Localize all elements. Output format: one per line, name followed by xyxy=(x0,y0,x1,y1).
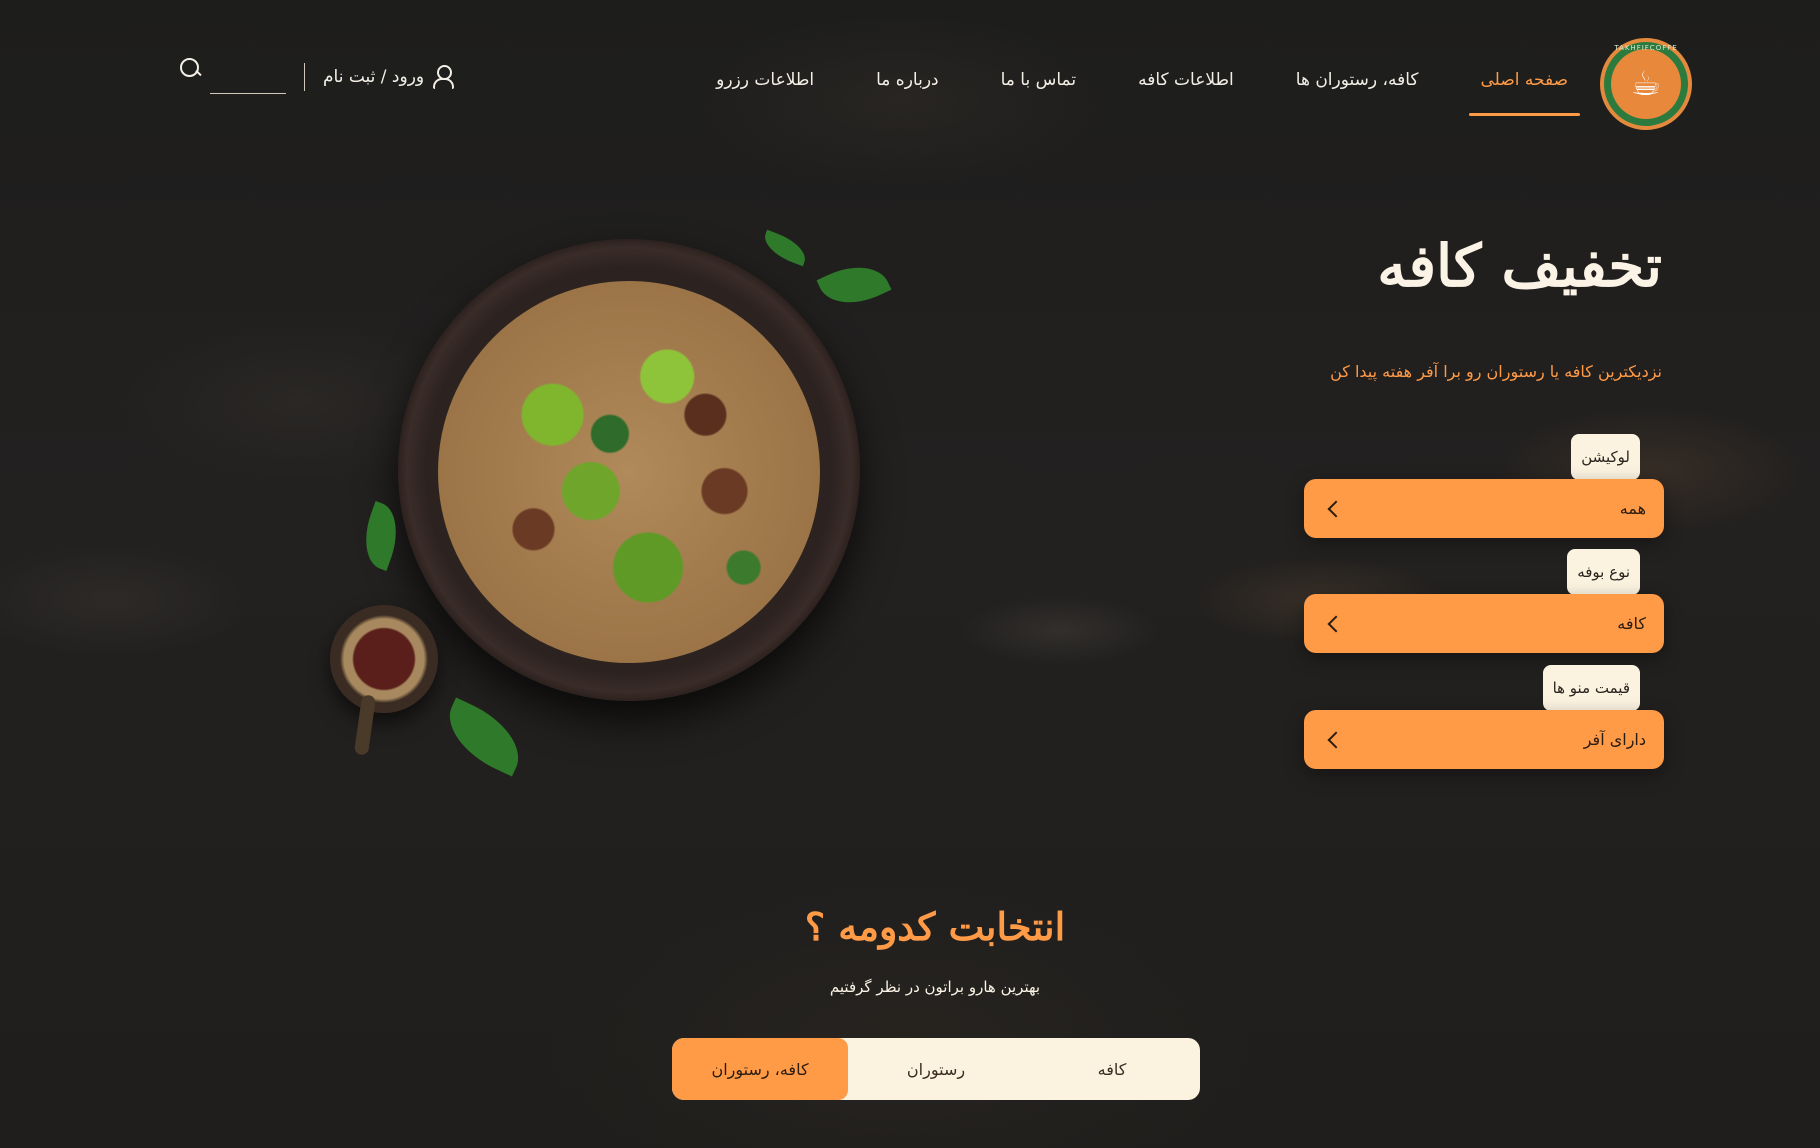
spice-bowl-image xyxy=(330,605,438,713)
filter-location-value: همه xyxy=(1619,499,1646,518)
tab-cafe-restaurant[interactable]: کافه، رستوران xyxy=(672,1038,848,1100)
login-register-label: ورود / ثبت نام xyxy=(323,67,425,87)
basil-leaf-image xyxy=(435,697,533,777)
nav-item-reservation[interactable]: اطلاعات رزرو xyxy=(716,70,814,90)
search-icon[interactable] xyxy=(178,56,202,80)
section-title: انتخابت کدومه ؟ xyxy=(804,904,1066,949)
filter-menu-price-select[interactable]: دارای آفر xyxy=(1304,710,1664,769)
search-input[interactable] xyxy=(210,64,286,94)
nav-item-contact[interactable]: تماس با ما xyxy=(1001,70,1077,90)
user-icon xyxy=(432,65,455,89)
main-nav: صفحه اصلی کافه، رستوران ها اطلاعات کافه … xyxy=(716,70,1581,116)
filter-menu-price-label: قیمت منو ها xyxy=(1542,665,1640,711)
tab-cafe[interactable]: کافه xyxy=(1024,1038,1200,1100)
filter-menu-price-value: دارای آفر xyxy=(1583,730,1646,749)
filter-location-label: لوکیشن xyxy=(1571,434,1640,480)
section-subtitle: بهترین هارو براتون در نظر گرفتیم xyxy=(829,978,1041,996)
nav-item-about[interactable]: درباره ما xyxy=(876,70,939,90)
basil-leaf-image xyxy=(759,229,811,267)
filter-buffet-type-select[interactable]: کافه xyxy=(1304,594,1664,653)
header-tools: ورود / ثبت نام xyxy=(178,58,455,94)
filter-buffet-type-value: کافه xyxy=(1617,614,1646,633)
chevron-left-icon xyxy=(1327,500,1345,517)
search-box xyxy=(178,58,286,94)
chevron-left-icon xyxy=(1327,615,1345,632)
basil-leaf-image xyxy=(354,501,408,571)
logo[interactable]: TAKHFIFCOFFE ☕ xyxy=(1600,38,1692,130)
nav-item-cafe-info[interactable]: اطلاعات کافه xyxy=(1138,70,1234,90)
food-image xyxy=(330,225,910,785)
salad-image xyxy=(438,281,820,663)
tab-restaurant[interactable]: رستوران xyxy=(848,1038,1024,1100)
nav-item-home[interactable]: صفحه اصلی xyxy=(1468,70,1581,116)
chevron-left-icon xyxy=(1327,731,1345,748)
basil-leaf-image xyxy=(816,253,892,317)
login-register-button[interactable]: ورود / ثبت نام xyxy=(323,65,455,89)
divider xyxy=(304,63,305,91)
page: TAKHFIFCOFFE ☕ صفحه اصلی کافه، رستوران ه… xyxy=(0,0,1820,1148)
nav-item-cafes-restaurants[interactable]: کافه، رستوران ها xyxy=(1296,70,1419,90)
hero-subtitle: نزدیکترین کافه یا رستوران رو برا آفر هفت… xyxy=(1330,362,1662,381)
logo-text: TAKHFIFCOFFE xyxy=(1614,44,1678,52)
category-tabs: کافه رستوران کافه، رستوران xyxy=(672,1038,1200,1100)
filter-buffet-type-label: نوع بوفه xyxy=(1567,549,1640,595)
hero-title: تخفیف کافه xyxy=(1377,232,1662,300)
filter-location-select[interactable]: همه xyxy=(1304,479,1664,538)
